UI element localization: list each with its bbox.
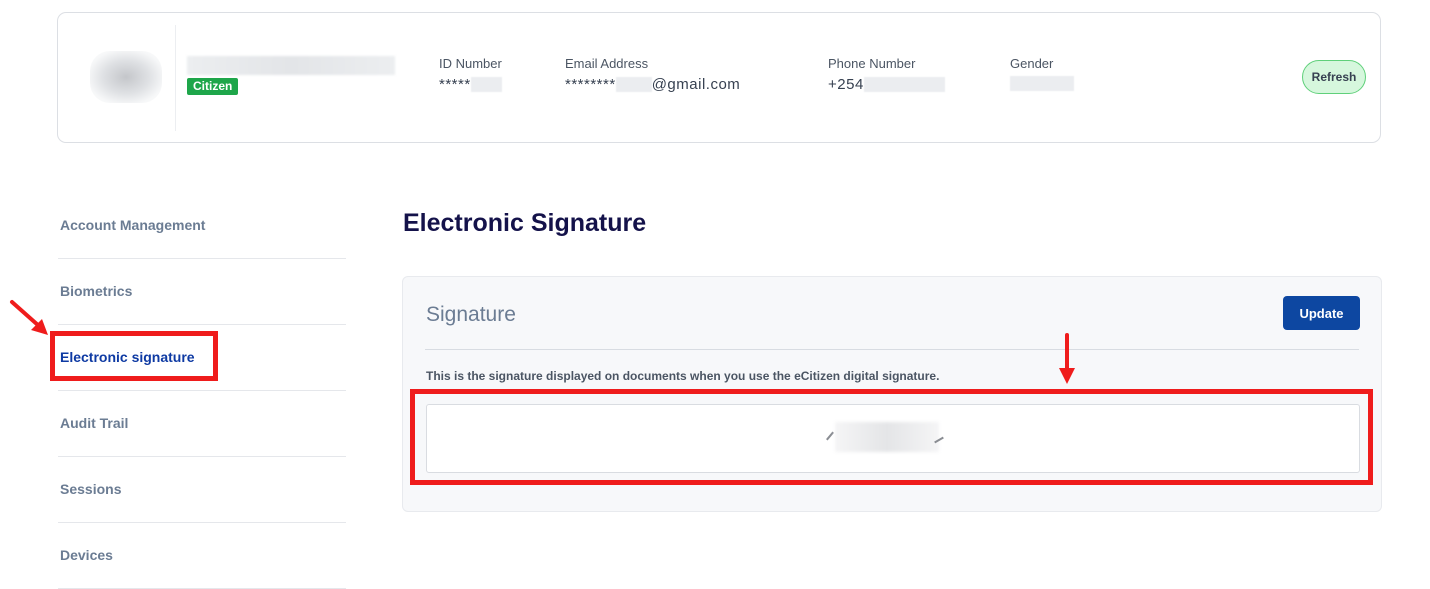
phone-redacted — [863, 77, 945, 92]
sidebar-item-audit-trail[interactable]: Audit Trail — [58, 391, 346, 457]
gender-value — [1010, 76, 1074, 91]
gender-label: Gender — [1010, 56, 1054, 71]
phone-prefix: +254 — [828, 76, 864, 93]
annotation-highlight-signature — [410, 389, 1373, 485]
sidebar-item-label[interactable]: Account Management — [60, 217, 205, 233]
id-number-value: ***** — [439, 76, 502, 93]
gender-redacted — [1010, 76, 1074, 91]
profile-card: Citizen ID Number ***** Email Address **… — [57, 12, 1381, 143]
annotation-highlight-sidebar — [50, 331, 218, 381]
email-redacted — [615, 77, 652, 92]
id-number-label: ID Number — [439, 56, 502, 71]
page-title: Electronic Signature — [403, 209, 647, 237]
sidebar-item-label[interactable]: Devices — [60, 547, 113, 563]
signature-card-heading: Signature — [426, 303, 516, 326]
sidebar-item-label[interactable]: Biometrics — [60, 283, 132, 299]
sidebar-item-biometrics[interactable]: Biometrics — [58, 259, 346, 325]
email-value: ******** @gmail.com — [565, 76, 740, 93]
sidebar-item-sessions[interactable]: Sessions — [58, 457, 346, 523]
sidebar-item-label[interactable]: Sessions — [60, 481, 121, 497]
arrow-down-icon — [1059, 333, 1075, 384]
email-domain: @gmail.com — [651, 76, 741, 93]
gender-field: Gender — [1010, 56, 1074, 91]
phone-field: Phone Number +254 — [828, 56, 945, 93]
sidebar-item-account-management[interactable]: Account Management — [58, 193, 346, 259]
id-number-masked: ***** — [439, 76, 471, 93]
email-masked: ******** — [565, 76, 616, 93]
email-label: Email Address — [565, 56, 649, 71]
sidebar-item-devices[interactable]: Devices — [58, 523, 346, 589]
signature-description: This is the signature displayed on docum… — [426, 369, 940, 383]
id-number-field: ID Number ***** — [439, 56, 502, 93]
email-field: Email Address ******** @gmail.com — [565, 56, 740, 93]
update-button[interactable]: Update — [1283, 296, 1360, 330]
settings-sidebar: Account Management Biometrics Electronic… — [58, 193, 346, 589]
avatar — [90, 51, 162, 103]
refresh-button[interactable]: Refresh — [1302, 60, 1366, 94]
card-divider — [425, 349, 1359, 350]
phone-value: +254 — [828, 76, 945, 93]
id-number-redacted — [470, 77, 502, 92]
sidebar-item-label[interactable]: Audit Trail — [60, 415, 128, 431]
user-name-redacted — [187, 56, 395, 75]
phone-label: Phone Number — [828, 56, 916, 71]
citizen-badge: Citizen — [187, 78, 239, 95]
arrow-down-right-icon — [10, 300, 48, 335]
avatar-divider — [175, 25, 176, 131]
